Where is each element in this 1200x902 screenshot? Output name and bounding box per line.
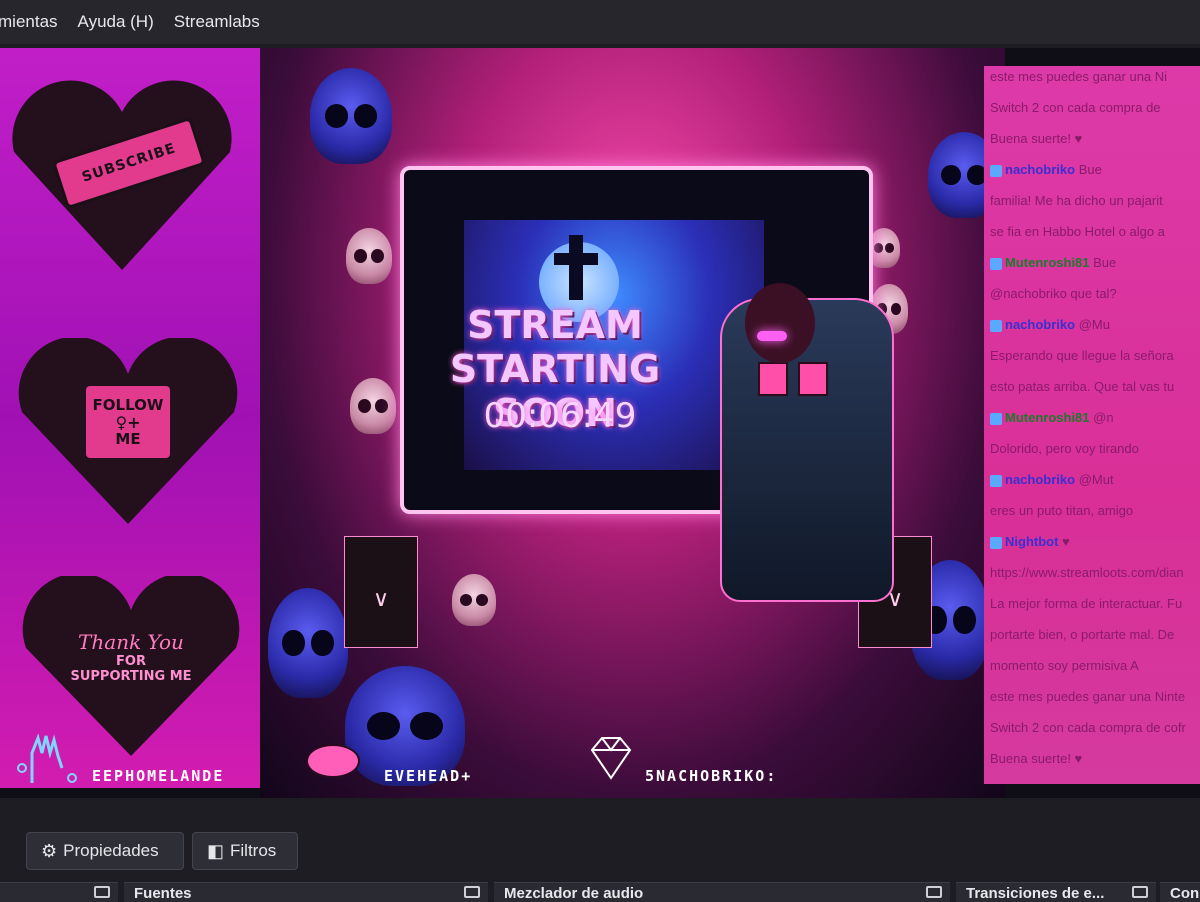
dock-titles: Fuentes Mezclador de audio Transiciones … bbox=[0, 882, 1200, 902]
chat-text: ♥ bbox=[1058, 534, 1070, 549]
chat-badge-icon bbox=[990, 474, 1002, 487]
diamond-icon bbox=[586, 732, 636, 782]
chat-text: se fia en Habbo Hotel o algo a bbox=[990, 224, 1165, 239]
handle-mid: EVEHEAD+ bbox=[384, 767, 473, 785]
chat-text: Switch 2 con cada compra de bbox=[990, 100, 1161, 115]
chat-message-text: Buena suerte! ♥ bbox=[990, 130, 1082, 148]
chat-message-text: momento soy permisiva A bbox=[990, 657, 1139, 675]
streamer-avatar bbox=[745, 283, 815, 363]
subscribe-heart: SUBSCRIBE bbox=[6, 74, 238, 270]
chat-text: Esperando que llegue la señora bbox=[990, 348, 1174, 363]
chat-text: Buena suerte! ♥ bbox=[990, 131, 1083, 146]
chat-message-header: nachobriko @Mut bbox=[990, 471, 1114, 489]
chat-username: Mutenroshi81 bbox=[1005, 410, 1090, 425]
chat-text: momento soy permisiva A bbox=[990, 658, 1139, 673]
chat-message-text: Switch 2 con cada compra de cofr bbox=[990, 719, 1186, 737]
chat-text: Bue bbox=[1075, 162, 1102, 177]
chat-text: @n bbox=[1089, 410, 1114, 425]
chat-message-text: este mes puedes ganar una Ni bbox=[990, 68, 1167, 86]
chat-text: Dolorido, pero voy tirando bbox=[990, 441, 1139, 456]
dock-transitions[interactable]: Transiciones de e... bbox=[956, 882, 1156, 902]
filters-button[interactable]: ◧ Filtros bbox=[192, 832, 298, 870]
chat-text: Buena suerte! ♥ bbox=[990, 751, 1083, 766]
chat-username: nachobriko bbox=[1005, 162, 1076, 177]
menu-streamlabs[interactable]: Streamlabs bbox=[174, 12, 260, 32]
chat-text: esto patas arriba. Que tal vas tu bbox=[990, 379, 1175, 394]
properties-button[interactable]: ⚙ Propiedades bbox=[26, 832, 184, 870]
chat-username: nachobriko bbox=[1005, 472, 1076, 487]
skull-blue-top-left bbox=[310, 68, 392, 164]
dock-controls[interactable]: Con bbox=[1160, 882, 1200, 902]
undock-icon bbox=[94, 886, 110, 898]
dock-sources[interactable]: Fuentes bbox=[124, 882, 488, 902]
chat-text: familia! Me ha dicho un pajarit bbox=[990, 193, 1163, 208]
menu-help[interactable]: Ayuda (H) bbox=[78, 12, 154, 32]
filter-icon: ◧ bbox=[207, 840, 225, 861]
add-user-icon: ♀+ bbox=[115, 412, 141, 432]
lips-icon bbox=[306, 744, 360, 778]
scene-preview[interactable]: SUBSCRIBE FOLLOW ♀+ ME Thank You FOR SUP… bbox=[0, 48, 1200, 798]
hand-circuit-icon bbox=[12, 728, 82, 788]
chat-text: https://www.streamloots.com/dian bbox=[990, 565, 1184, 580]
chat-text: @Mu bbox=[1075, 317, 1110, 332]
chat-message-text: portarte bien, o portarte mal. De bbox=[990, 626, 1174, 644]
chat-message-text: Switch 2 con cada compra de bbox=[990, 99, 1161, 117]
chat-message-text: https://www.streamloots.com/dian bbox=[990, 564, 1184, 582]
chat-username: Nightbot bbox=[1005, 534, 1059, 549]
chat-message-text: se fia en Habbo Hotel o algo a bbox=[990, 223, 1165, 241]
chat-text: este mes puedes ganar una Ninte bbox=[990, 689, 1186, 704]
countdown-timer: 00:06:49 bbox=[483, 396, 637, 436]
dock-audio-mixer[interactable]: Mezclador de audio bbox=[494, 882, 950, 902]
dock-scenes[interactable] bbox=[0, 882, 118, 902]
chat-text: portarte bien, o portarte mal. De bbox=[990, 627, 1175, 642]
chat-badge-icon bbox=[990, 164, 1002, 177]
chat-message-text: Dolorido, pero voy tirando bbox=[990, 440, 1139, 458]
gear-icon: ⚙ bbox=[41, 840, 58, 861]
chat-text: este mes puedes ganar una Ni bbox=[990, 69, 1168, 84]
skull-wall-2 bbox=[350, 378, 396, 434]
chat-message-text: eres un puto titan, amigo bbox=[990, 502, 1133, 520]
left-overlay-panel: SUBSCRIBE FOLLOW ♀+ ME Thank You FOR SUP… bbox=[0, 48, 262, 788]
chat-message-text: Esperando que llegue la señora bbox=[990, 347, 1174, 365]
handle-left: EEPHOMELANDE bbox=[92, 767, 225, 785]
skull-wall-1 bbox=[346, 228, 392, 284]
menu-tools[interactable]: mientas bbox=[0, 12, 58, 32]
chat-message-header: nachobriko Bue bbox=[990, 161, 1102, 179]
undock-icon bbox=[1132, 886, 1148, 898]
chat-message-header: Mutenroshi81 Bue bbox=[990, 254, 1116, 272]
follow-badge: FOLLOW ♀+ ME bbox=[86, 386, 170, 458]
chat-text: eres un puto titan, amigo bbox=[990, 503, 1134, 518]
chat-panel: este mes puedes ganar una Ni Switch 2 con… bbox=[984, 66, 1200, 784]
chat-message-text: familia! Me ha dicho un pajarit bbox=[990, 192, 1163, 210]
chat-message-text: esto patas arriba. Que tal vas tu bbox=[990, 378, 1174, 396]
thanks-text: Thank You FOR SUPPORTING ME bbox=[70, 630, 192, 684]
undock-icon bbox=[464, 886, 480, 898]
chat-badge-icon bbox=[990, 412, 1002, 425]
chat-message-text: @nachobriko que tal? bbox=[990, 285, 1117, 303]
glowing-eyes bbox=[757, 331, 787, 341]
chat-message-header: Mutenroshi81 @n bbox=[990, 409, 1114, 427]
chat-username: nachobriko bbox=[1005, 317, 1076, 332]
undock-icon bbox=[926, 886, 942, 898]
chat-text: La mejor forma de interactuar. Fu bbox=[990, 596, 1183, 611]
chat-username: Mutenroshi81 bbox=[1005, 255, 1090, 270]
chat-badge-icon bbox=[990, 257, 1002, 270]
chat-message-header: Nightbot ♥ bbox=[990, 533, 1070, 551]
speaker-left: ∨ bbox=[344, 536, 418, 648]
follow-heart: FOLLOW ♀+ ME bbox=[14, 338, 242, 524]
handle-right: 5NACHOBRIKO: bbox=[645, 767, 778, 785]
skull-floor bbox=[452, 574, 496, 626]
skull-blue-bottom-left bbox=[268, 588, 348, 698]
chat-text: Bue bbox=[1089, 255, 1117, 270]
chat-message-header: nachobriko @Mu bbox=[990, 316, 1110, 334]
chat-badge-icon bbox=[990, 536, 1002, 549]
chat-badge-icon bbox=[990, 319, 1002, 332]
chat-message-text: La mejor forma de interactuar. Fu bbox=[990, 595, 1182, 613]
chat-text: @Mut bbox=[1075, 472, 1114, 487]
chat-text: Switch 2 con cada compra de cofr bbox=[990, 720, 1186, 735]
menu-bar: mientas Ayuda (H) Streamlabs bbox=[0, 0, 1200, 44]
chat-text: @nachobriko que tal? bbox=[990, 286, 1117, 301]
chat-message-text: Buena suerte! ♥ bbox=[990, 750, 1082, 768]
chat-message-text: este mes puedes ganar una Ninte bbox=[990, 688, 1185, 706]
